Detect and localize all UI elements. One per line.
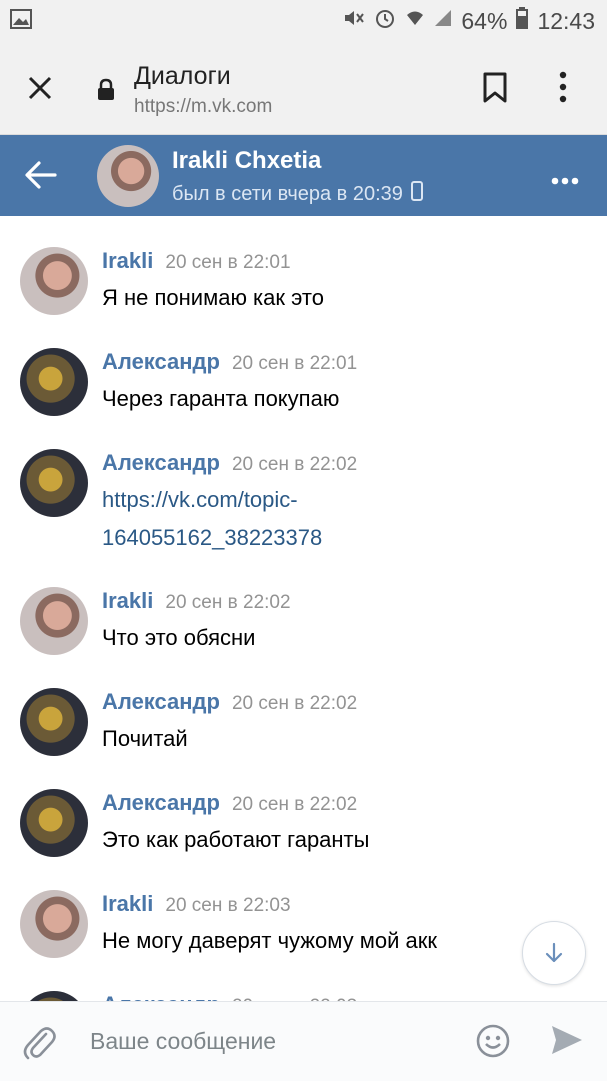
message-author[interactable]: Александр20 сен в 22:03 [102,992,357,1001]
message-text: Что это обясни [102,619,542,657]
back-arrow-icon[interactable] [24,160,58,195]
sender-avatar[interactable] [20,789,88,857]
wifi-icon [405,8,425,34]
message-text: Это как работают гаранты [102,821,542,859]
mobile-device-icon [410,181,423,207]
bookmark-icon[interactable] [480,72,510,109]
close-tab-icon[interactable] [22,70,58,106]
message-composer: Ваше сообщение [0,1001,607,1081]
message-line: Что это обясни [102,625,256,650]
browser-menu-icon[interactable] [557,70,569,109]
status-bar: 64% 12:43 [0,0,607,40]
author-name[interactable]: Александр [102,349,220,374]
message-text: Не могу даверят чужому мой акк [102,922,542,960]
sender-avatar[interactable] [20,688,88,756]
chat-header: Irakli Chxetia был в сети вчера в 20:39 [0,135,607,216]
message-timestamp: 20 сен в 22:03 [165,895,291,916]
message-author[interactable]: Irakli 20 сен в 22:03 [102,891,291,917]
sender-avatar[interactable] [20,449,88,517]
attach-paperclip-icon[interactable] [22,1024,56,1067]
author-name[interactable]: Александр [102,450,220,475]
message-author[interactable]: Александр 20 сен в 22:02 [102,450,357,476]
author-name[interactable]: Irakli [102,248,153,273]
battery-icon [516,7,529,35]
contact-status: был в сети вчера в 20:39 [172,181,423,207]
message-timestamp: 20 сен в 22:02 [165,592,291,613]
message-link[interactable]: https://vk.com/topic- 164055162_38223378 [102,481,542,557]
message-line[interactable]: https://vk.com/topic- [102,481,542,519]
lock-icon [96,78,116,107]
message-timestamp: 20 сен в 22:01 [165,252,291,273]
message-line[interactable]: 164055162_38223378 [102,519,542,557]
sender-avatar[interactable] [20,247,88,315]
message-line: Это как работают гаранты [102,827,370,852]
message-input[interactable]: Ваше сообщение [90,1028,276,1055]
contact-avatar[interactable] [97,145,159,207]
author-name[interactable]: Александр [102,790,220,815]
clock: 12:43 [537,8,595,34]
message-line: Я не понимаю как это [102,285,324,310]
message-timestamp: 20 сен в 22:02 [231,794,358,815]
author-name[interactable]: Александр [102,992,220,1001]
message-author[interactable]: Александр 20 сен в 22:02 [102,689,357,715]
message-timestamp: 20 сен в 22:01 [231,353,358,374]
message-author[interactable]: Александр 20 сен в 22:01 [102,349,357,375]
message-timestamp: 20 сен в 22:02 [231,454,358,475]
message-text: Я не понимаю как это [102,279,542,317]
message-line: Не могу даверят чужому мой акк [102,928,437,953]
message-author[interactable]: Александр 20 сен в 22:02 [102,790,357,816]
message-author[interactable]: Irakli 20 сен в 22:01 [102,248,291,274]
page-title: Диалоги [134,62,231,90]
message-list[interactable]: Irakli 20 сен в 22:01 Я не понимаю как это… [0,216,607,1001]
send-icon[interactable] [550,1024,584,1061]
author-name[interactable]: Irakli [102,588,153,613]
page-url[interactable]: https://m.vk.com [134,96,272,118]
sender-avatar[interactable] [20,890,88,958]
message-author[interactable]: Irakli 20 сен в 22:02 [102,588,291,614]
sender-avatar[interactable] [20,587,88,655]
mute-icon [343,8,365,34]
message-text: Почитай [102,720,542,758]
emoji-smile-icon[interactable] [476,1024,510,1063]
gallery-notification-icon [10,8,32,35]
sender-avatar[interactable] [20,348,88,416]
alarm-icon [374,7,396,35]
contact-name[interactable]: Irakli Chxetia [172,147,321,175]
author-name[interactable]: Irakli [102,891,153,916]
author-name[interactable]: Александр [102,689,220,714]
message-text: Через гаранта покупаю [102,380,542,418]
message-line: Почитай [102,726,188,751]
battery-percent: 64% [461,8,508,34]
message-line: Через гаранта покупаю [102,386,340,411]
chat-actions-icon[interactable] [551,171,579,185]
message-timestamp: 20 сен в 22:02 [231,693,358,714]
sender-avatar[interactable] [20,991,88,1001]
signal-icon [434,9,452,33]
scroll-to-bottom-button[interactable] [522,921,586,985]
last-seen-text: был в сети вчера в 20:39 [172,182,403,205]
browser-toolbar: Диалоги https://m.vk.com [0,40,607,135]
